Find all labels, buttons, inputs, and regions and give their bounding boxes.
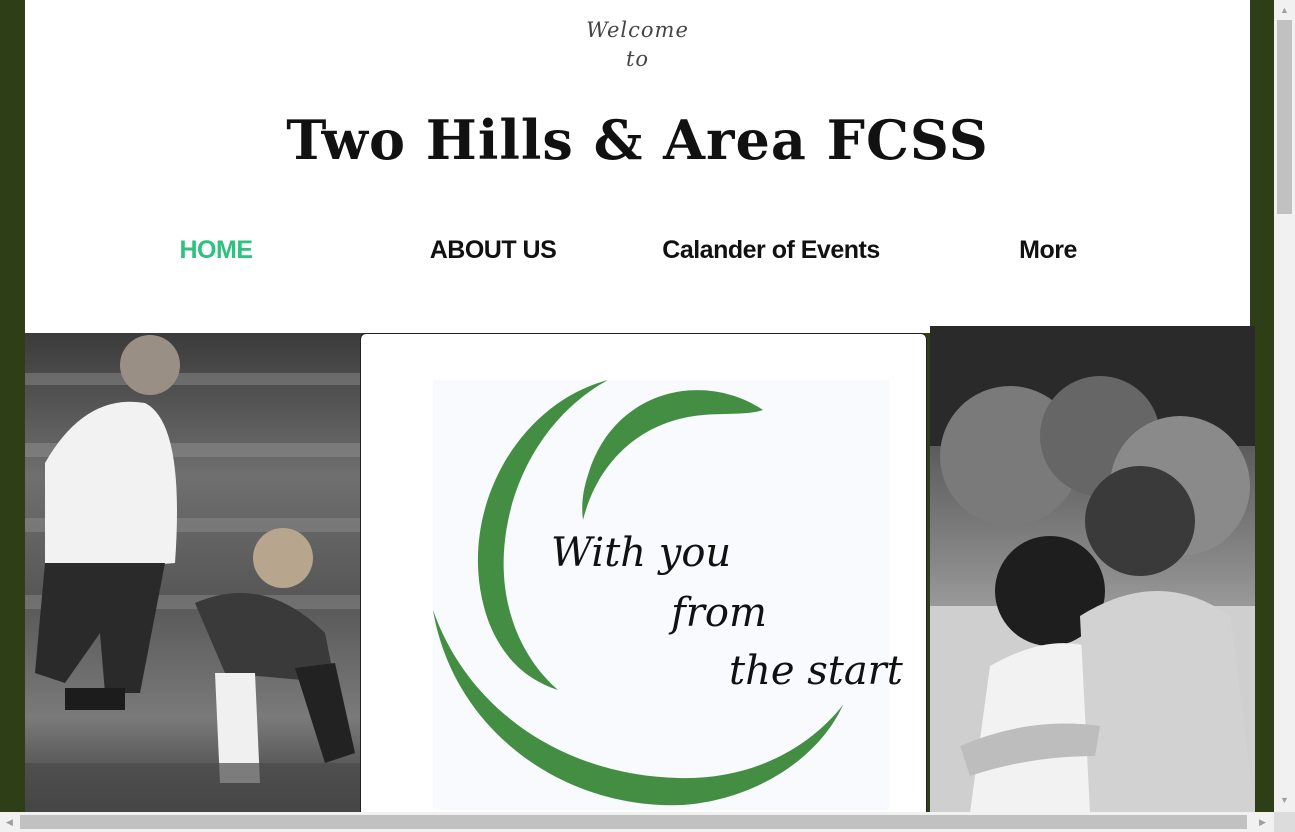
tagline-line1: With you bbox=[551, 530, 732, 576]
nav-item-home[interactable]: HOME bbox=[180, 236, 254, 265]
nav-item-more[interactable]: More bbox=[1019, 236, 1077, 265]
nav-item-about-us[interactable]: ABOUT US bbox=[430, 236, 557, 265]
scrollbar-corner bbox=[1274, 812, 1295, 832]
tagline-line2: from bbox=[671, 590, 767, 636]
vertical-scrollbar[interactable]: ▲ ▼ bbox=[1274, 0, 1295, 812]
horizontal-scrollbar[interactable]: ◀ ▶ bbox=[0, 812, 1274, 832]
scroll-right-icon[interactable]: ▶ bbox=[1259, 817, 1266, 827]
site-title: Two Hills & Area FCSS bbox=[286, 108, 989, 172]
scroll-up-icon[interactable]: ▲ bbox=[1280, 5, 1289, 15]
header-panel: Welcome to Two Hills & Area FCSS HOME AB… bbox=[25, 0, 1250, 333]
welcome-text: Welcome bbox=[586, 18, 689, 42]
scroll-left-icon[interactable]: ◀ bbox=[6, 817, 13, 827]
couple-photo bbox=[930, 326, 1255, 813]
nav-item-calander-of-events[interactable]: Calander of Events bbox=[662, 236, 880, 265]
children-on-steps-photo bbox=[25, 333, 361, 813]
scroll-down-icon[interactable]: ▼ bbox=[1280, 795, 1289, 805]
crescent-logo-icon bbox=[433, 380, 843, 806]
vertical-scroll-thumb[interactable] bbox=[1277, 20, 1292, 214]
horizontal-scroll-thumb[interactable] bbox=[20, 815, 1247, 829]
logo-card: With you from the start bbox=[360, 333, 927, 813]
main-nav: HOME ABOUT US Calander of Events More bbox=[25, 236, 1250, 276]
tagline-line3: the start bbox=[729, 648, 903, 694]
logo-graphic: With you from the start bbox=[433, 380, 903, 810]
welcome-to-text: to bbox=[625, 47, 650, 71]
